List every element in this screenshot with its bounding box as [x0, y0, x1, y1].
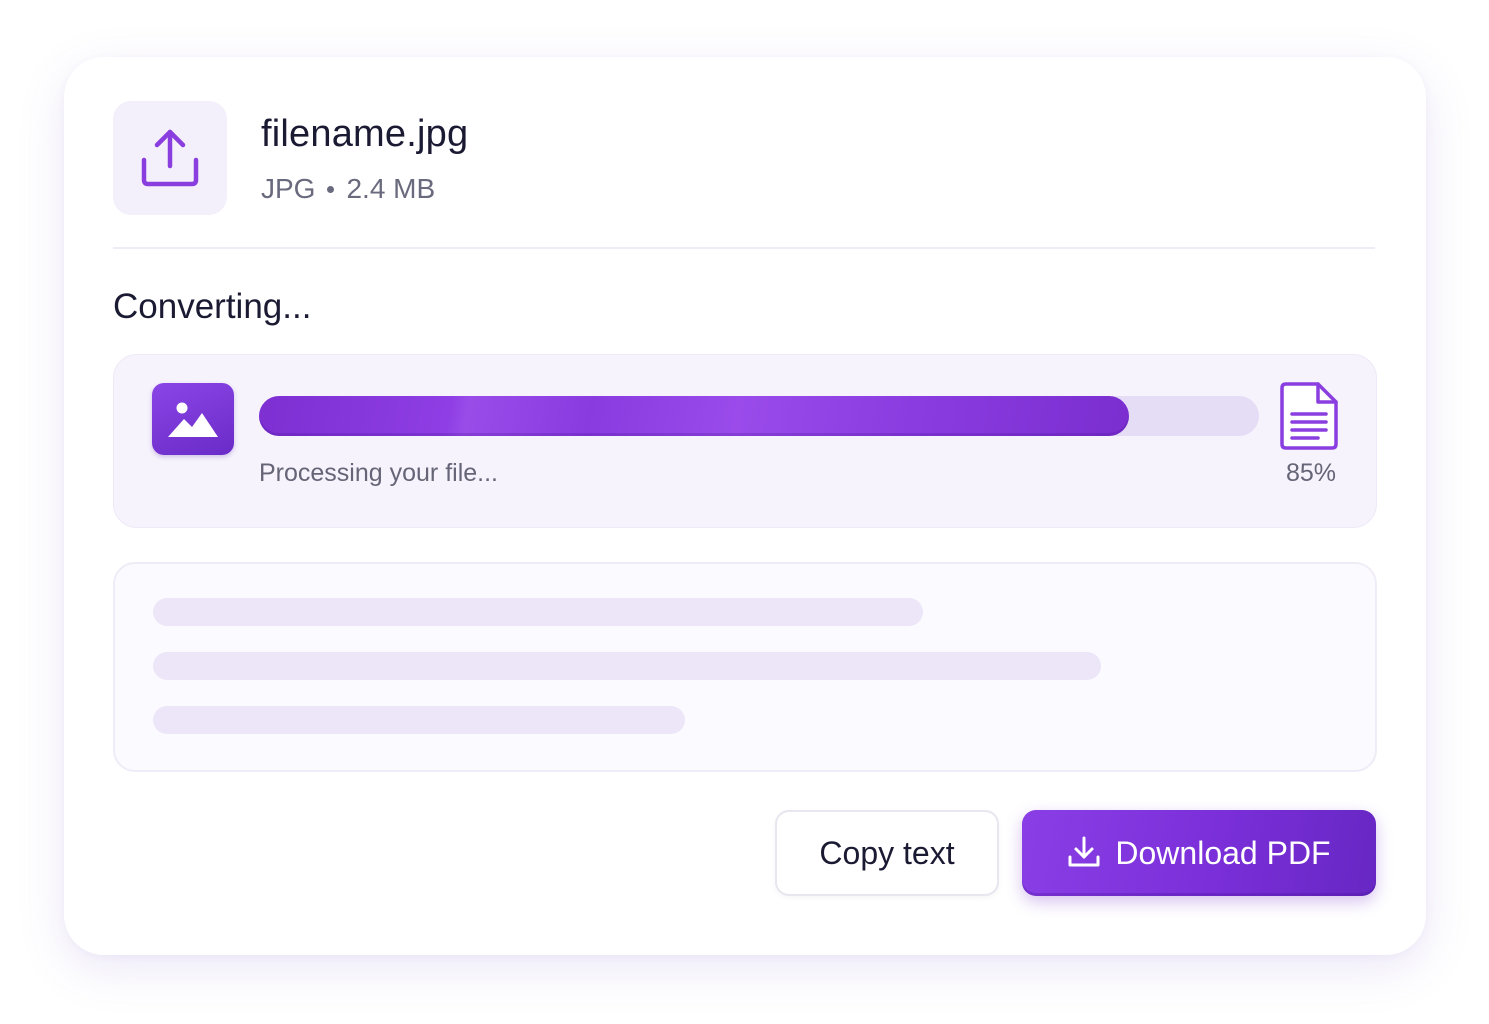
conversion-title: Converting...	[113, 287, 312, 326]
processing-status: Processing your file...	[259, 459, 498, 487]
source-image-badge	[152, 383, 234, 455]
upload-icon	[141, 129, 199, 187]
result-preview-skeleton	[113, 562, 1377, 772]
progress-percent: 85%	[1285, 459, 1337, 487]
header-divider	[113, 247, 1375, 249]
progress-panel: Processing your file... 85%	[113, 354, 1377, 528]
download-icon	[1067, 835, 1101, 869]
file-meta: JPG 2.4 MB	[261, 173, 435, 205]
skeleton-line	[153, 652, 1101, 680]
skeleton-line	[153, 598, 923, 626]
file-thumbnail	[113, 101, 227, 215]
copy-text-button[interactable]: Copy text	[775, 810, 999, 896]
image-icon	[168, 402, 218, 437]
progress-track	[259, 396, 1259, 436]
skeleton-line	[153, 706, 685, 734]
document-icon	[1280, 382, 1338, 450]
download-pdf-label: Download PDF	[1115, 834, 1331, 871]
conversion-card: filename.jpg JPG 2.4 MB Converting... Pr…	[64, 57, 1426, 955]
separator-dot	[327, 185, 335, 193]
target-document	[1278, 380, 1342, 452]
download-pdf-button[interactable]: Download PDF	[1022, 810, 1376, 896]
progress-fill	[259, 396, 1129, 436]
file-type: JPG	[261, 173, 316, 204]
file-size: 2.4 MB	[346, 173, 436, 204]
file-name: filename.jpg	[261, 113, 469, 155]
